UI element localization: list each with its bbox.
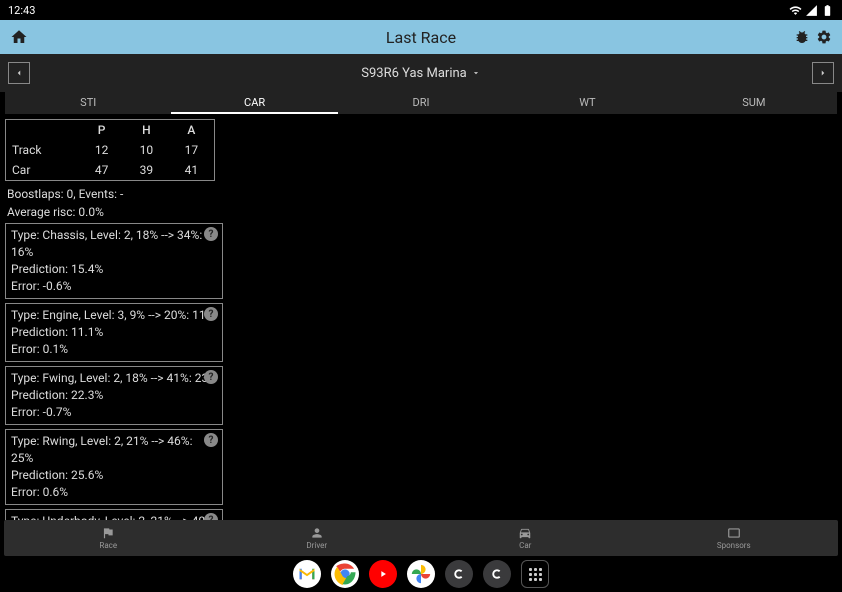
grid-icon [529, 568, 542, 581]
help-icon[interactable]: ? [204, 433, 218, 447]
bottom-nav: Race Driver Car Sponsors [4, 520, 838, 556]
wifi-icon [789, 4, 802, 17]
prev-race-button[interactable] [8, 62, 30, 84]
pha-table: P H A Track 12 10 17 Car 47 39 41 [5, 119, 215, 181]
race-selector[interactable]: S93R6 Yas Marina [361, 66, 480, 81]
status-time: 12:43 [8, 4, 35, 17]
table-row: Car 47 39 41 [6, 160, 215, 181]
part-engine: ? Type: Engine, Level: 3, 9% --> 20%: 11… [5, 303, 223, 362]
home-button[interactable] [10, 28, 28, 46]
signal-icon [805, 4, 818, 17]
system-dock [0, 556, 842, 592]
flag-icon [101, 526, 115, 540]
boostlaps-line: Boostlaps: 0, Events: - [5, 187, 837, 201]
col-h: H [124, 120, 169, 141]
page-title: Last Race [386, 28, 456, 47]
chevron-right-icon [818, 68, 828, 78]
race-selector-label: S93R6 Yas Marina [361, 66, 466, 81]
status-icons [789, 4, 834, 17]
next-race-button[interactable] [812, 62, 834, 84]
status-bar: 12:43 [0, 0, 842, 20]
tab-car[interactable]: CAR [171, 92, 337, 114]
battery-icon [821, 4, 834, 17]
car-icon [518, 526, 532, 540]
chevron-left-icon [14, 68, 24, 78]
part-chassis: ? Type: Chassis, Level: 2, 18% --> 34%: … [5, 223, 223, 299]
youtube-icon[interactable] [369, 560, 397, 588]
pinwheel-icon [411, 564, 431, 584]
part-fwing: ? Type: Fwing, Level: 2, 18% --> 41%: 23… [5, 366, 223, 425]
c-icon [451, 566, 467, 582]
tab-sti[interactable]: STI [5, 92, 171, 114]
tab-wt[interactable]: WT [504, 92, 670, 114]
app-icon-2[interactable] [483, 560, 511, 588]
col-p: P [79, 120, 124, 141]
photos-icon[interactable] [407, 560, 435, 588]
col-a: A [169, 120, 215, 141]
chrome-icon[interactable] [331, 560, 359, 588]
apps-grid-button[interactable] [521, 560, 549, 588]
home-icon [10, 28, 28, 46]
chrome-logo-icon [331, 560, 359, 588]
gear-icon[interactable] [816, 29, 832, 45]
table-row: Track 12 10 17 [6, 140, 215, 160]
avg-risk-line: Average risc: 0.0% [5, 205, 837, 219]
race-nav-header: S93R6 Yas Marina [0, 54, 842, 92]
tab-sum[interactable]: SUM [671, 92, 837, 114]
app-icon-1[interactable] [445, 560, 473, 588]
tab-bar: STI CAR DRI WT SUM [5, 92, 837, 114]
part-rwing: ? Type: Rwing, Level: 2, 21% --> 46%: 25… [5, 429, 223, 505]
mail-icon [298, 567, 316, 581]
person-icon [310, 526, 324, 540]
dropdown-icon [471, 68, 481, 78]
nav-driver[interactable]: Driver [213, 520, 422, 556]
bug-icon[interactable] [794, 29, 810, 45]
help-icon[interactable]: ? [204, 227, 218, 241]
tab-dri[interactable]: DRI [338, 92, 504, 114]
gmail-icon[interactable] [293, 560, 321, 588]
nav-sponsors[interactable]: Sponsors [630, 520, 839, 556]
play-icon [376, 569, 390, 579]
help-icon[interactable]: ? [204, 370, 218, 384]
c-icon [489, 566, 505, 582]
app-bar: Last Race [0, 20, 842, 54]
nav-car[interactable]: Car [421, 520, 630, 556]
help-icon[interactable]: ? [204, 307, 218, 321]
nav-race[interactable]: Race [4, 520, 213, 556]
sponsors-icon [727, 526, 741, 540]
content-area: P H A Track 12 10 17 Car 47 39 41 Boostl… [0, 114, 842, 524]
